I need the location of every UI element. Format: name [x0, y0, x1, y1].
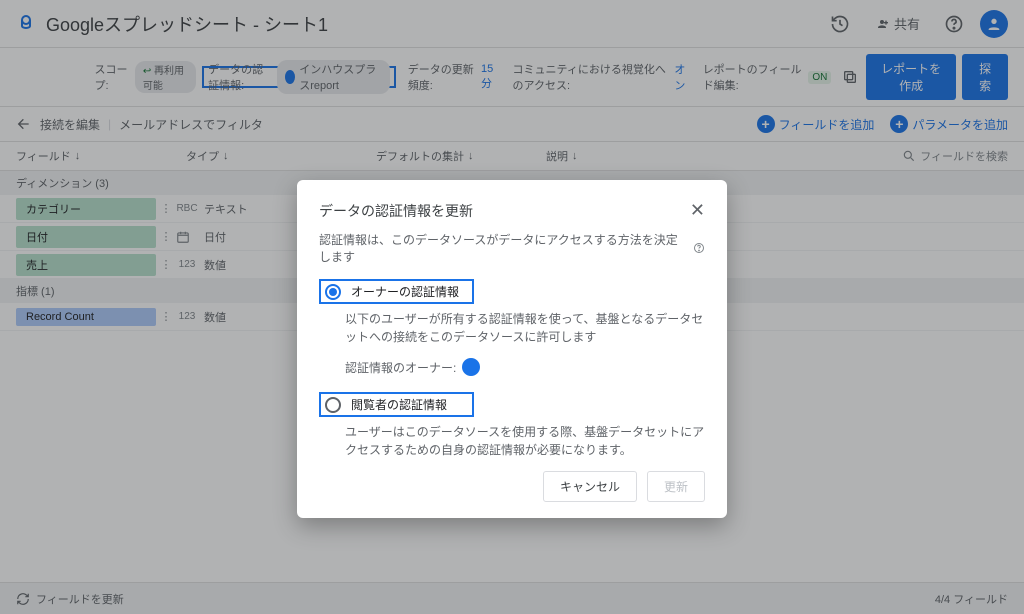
owner-option-description: 以下のユーザーが所有する認証情報を使って、基盤となるデータセットへの接続をこのデ… — [345, 310, 705, 346]
radio-unselected-icon — [325, 397, 341, 413]
owner-credentials-option[interactable]: オーナーの認証情報 — [319, 279, 474, 304]
viewer-credentials-option[interactable]: 閲覧者の認証情報 — [319, 392, 474, 417]
viewer-option-description: ユーザーはこのデータソースを使用する際、基盤データセットにアクセスするための自身… — [345, 423, 705, 459]
credentials-dialog: データの認証情報を更新 ✕ 認証情報は、このデータソースがデータにアクセスする方… — [297, 180, 727, 518]
help-icon[interactable] — [693, 242, 705, 254]
radio-selected-icon — [325, 284, 341, 300]
update-button[interactable]: 更新 — [647, 471, 705, 502]
credential-owner-row: 認証情報のオーナー: — [345, 358, 705, 376]
owner-avatar-icon — [462, 358, 480, 376]
dialog-subtitle: 認証情報は、このデータソースがデータにアクセスする方法を決定します — [319, 231, 705, 265]
dialog-title: データの認証情報を更新 — [319, 201, 690, 221]
cancel-button[interactable]: キャンセル — [543, 471, 637, 502]
close-icon[interactable]: ✕ — [690, 200, 705, 221]
modal-overlay: データの認証情報を更新 ✕ 認証情報は、このデータソースがデータにアクセスする方… — [0, 0, 1024, 614]
